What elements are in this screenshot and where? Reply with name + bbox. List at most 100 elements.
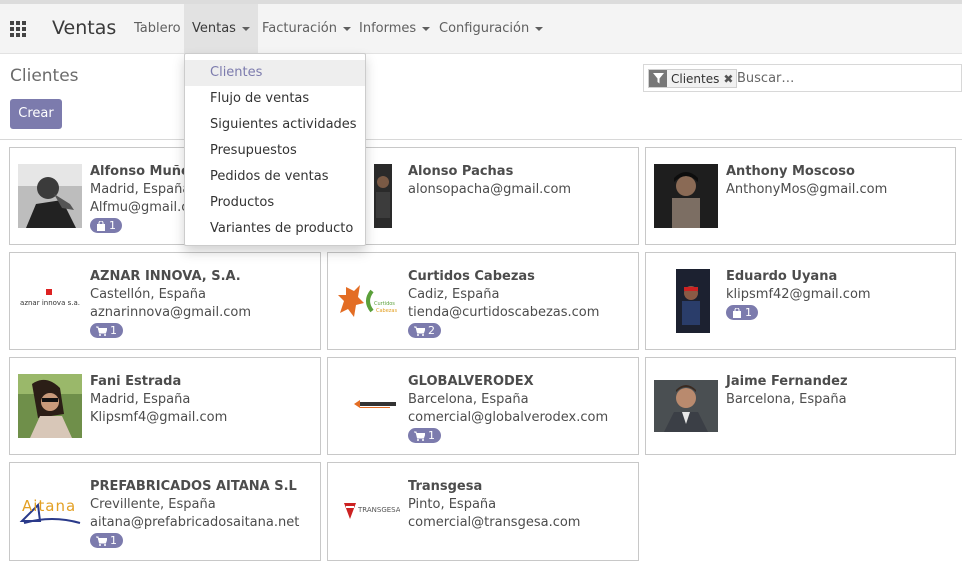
avatar — [18, 374, 82, 438]
customer-location: Pinto, España — [408, 497, 497, 512]
customer-name: GLOBALVERODEX — [408, 374, 534, 389]
svg-text:Curtidos: Curtidos — [374, 301, 395, 307]
top-navbar: Ventas Tablero Ventas Facturación Inform… — [0, 0, 962, 54]
customer-name: Fani Estrada — [90, 374, 182, 389]
customer-name: Eduardo Uyana — [726, 269, 838, 284]
customer-card[interactable]: Fani Estrada Madrid, España Klipsmf4@gma… — [9, 357, 321, 455]
orders-badge[interactable]: 2 — [408, 323, 441, 338]
orders-badge[interactable]: 1 — [90, 533, 123, 548]
ventas-dropdown-menu: Clientes Flujo de ventas Siguientes acti… — [184, 53, 366, 246]
company-logo — [336, 374, 400, 438]
customer-email: AnthonyMos@gmail.com — [726, 182, 888, 197]
dropdown-item-siguientes-actividades[interactable]: Siguientes actividades — [185, 112, 365, 138]
avatar — [654, 164, 718, 228]
customer-card[interactable]: Anthony Moscoso AnthonyMos@gmail.com — [645, 147, 956, 245]
menu-ventas[interactable]: Ventas — [184, 4, 258, 54]
menu-configuracion[interactable]: Configuración — [431, 4, 551, 54]
customer-card[interactable]: GLOBALVERODEX Barcelona, España comercia… — [327, 357, 639, 455]
customer-location: Cadiz, España — [408, 287, 500, 302]
customer-name: Transgesa — [408, 479, 483, 494]
dropdown-item-pedidos-ventas[interactable]: Pedidos de ventas — [185, 164, 365, 190]
cart-icon — [414, 431, 425, 441]
badge-count: 1 — [110, 534, 117, 547]
caret-down-icon — [343, 26, 351, 31]
cart-icon — [96, 326, 107, 336]
menu-tablero[interactable]: Tablero — [126, 4, 189, 54]
avatar — [18, 164, 82, 228]
orders-badge[interactable]: 1 — [90, 323, 123, 338]
filter-icon — [649, 70, 667, 87]
avatar — [654, 380, 718, 432]
orders-badge[interactable]: 1 — [90, 218, 122, 233]
control-panel: Clientes Crear Clientes ✖ — [0, 54, 962, 140]
customer-card[interactable]: aznar innova s.a. AZNAR INNOVA, S.A. Cas… — [9, 252, 321, 350]
company-logo: Aitana — [18, 479, 82, 543]
dropdown-item-clientes[interactable]: Clientes — [185, 60, 365, 86]
menu-label: Informes — [359, 21, 417, 36]
cart-icon — [96, 536, 107, 546]
search-facet: Clientes ✖ — [648, 69, 738, 88]
logo-text: aznar innova s.a. — [20, 299, 80, 307]
customer-name: Curtidos Cabezas — [408, 269, 535, 284]
customer-email: comercial@transgesa.com — [408, 515, 581, 530]
customer-name: Alonso Pachas — [408, 164, 514, 179]
badge-count: 1 — [109, 219, 116, 232]
orders-badge[interactable]: 1 — [726, 305, 758, 320]
search-input[interactable] — [737, 69, 957, 88]
avatar — [654, 269, 718, 333]
customer-card[interactable]: Aitana PREFABRICADOS AITANA S.L Creville… — [9, 462, 321, 561]
badge-count: 1 — [110, 324, 117, 337]
menu-label: Ventas — [192, 21, 236, 36]
customer-name: AZNAR INNOVA, S.A. — [90, 269, 241, 284]
facet-label: Clientes — [671, 71, 720, 86]
customer-email: aitana@prefabricadosaitana.net — [90, 515, 300, 530]
menu-informes[interactable]: Informes — [351, 4, 438, 54]
menu-label: Configuración — [439, 21, 530, 36]
customer-location: Crevillente, España — [90, 497, 216, 512]
logo-text: TRANSGESA — [358, 506, 400, 514]
badge-count: 2 — [428, 324, 435, 337]
dropdown-item-variantes-producto[interactable]: Variantes de producto — [185, 216, 365, 242]
customer-name: PREFABRICADOS AITANA S.L — [90, 479, 297, 494]
customer-email: tienda@curtidoscabezas.com — [408, 305, 600, 320]
customer-email: comercial@globalverodex.com — [408, 410, 609, 425]
customer-name: Jaime Fernandez — [726, 374, 848, 389]
dropdown-item-flujo-ventas[interactable]: Flujo de ventas — [185, 86, 365, 112]
caret-down-icon — [241, 26, 250, 31]
company-logo: Curtidos Cabezas — [336, 269, 400, 333]
create-button[interactable]: Crear — [10, 99, 62, 129]
cart-icon — [414, 326, 425, 336]
customer-location: Madrid, España — [90, 392, 191, 407]
close-icon[interactable]: ✖ — [723, 72, 736, 86]
caret-down-icon — [535, 26, 544, 31]
customer-email: klipsmf42@gmail.com — [726, 287, 871, 302]
customer-email: aznarinnova@gmail.com — [90, 305, 252, 320]
customer-email: Klipsmf4@gmail.com — [90, 410, 228, 425]
search-bar: Clientes ✖ — [643, 64, 962, 92]
customer-card[interactable]: Eduardo Uyana klipsmf42@gmail.com 1 — [645, 252, 956, 350]
customer-card[interactable]: Alonso Pachas alonsopacha@gmail.com — [327, 147, 639, 245]
badge-count: 1 — [745, 306, 752, 319]
dropdown-item-presupuestos[interactable]: Presupuestos — [185, 138, 365, 164]
app-brand[interactable]: Ventas — [52, 17, 116, 39]
menu-label: Facturación — [262, 21, 337, 36]
company-logo: aznar innova s.a. — [18, 269, 82, 333]
shopping-bag-icon — [733, 307, 741, 318]
breadcrumb-title: Clientes — [10, 66, 79, 86]
dropdown-item-productos[interactable]: Productos — [185, 190, 365, 216]
customer-location: Barcelona, España — [726, 392, 847, 407]
logo-text: Aitana — [22, 497, 77, 515]
menu-facturacion[interactable]: Facturación — [254, 4, 359, 54]
customer-card[interactable]: TRANSGESA Transgesa Pinto, España comerc… — [327, 462, 639, 561]
orders-badge[interactable]: 1 — [408, 428, 441, 443]
customer-email: alonsopacha@gmail.com — [408, 182, 572, 197]
customer-location: Castellón, España — [90, 287, 207, 302]
shopping-bag-icon — [97, 220, 105, 231]
svg-text:Cabezas: Cabezas — [376, 308, 397, 314]
customer-card[interactable]: Jaime Fernandez Barcelona, España — [645, 357, 956, 455]
customer-card[interactable]: Curtidos Cabezas Curtidos Cabezas Cadiz, … — [327, 252, 639, 350]
menu-label: Tablero — [134, 21, 181, 36]
badge-count: 1 — [428, 429, 435, 442]
company-logo: TRANSGESA — [336, 479, 400, 543]
apps-grid-icon[interactable] — [10, 21, 26, 37]
